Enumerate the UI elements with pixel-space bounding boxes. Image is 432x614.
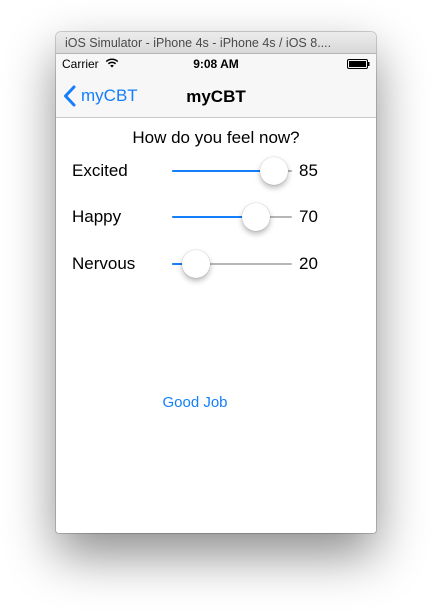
slider-label: Nervous: [72, 254, 136, 273]
slider-row-excited: Excited 85: [56, 156, 376, 186]
slider-track-fill: [172, 170, 274, 172]
slider-row-nervous: Nervous 20: [56, 249, 376, 279]
slider-row-happy: Happy 70: [56, 202, 376, 232]
good-job-button[interactable]: Good Job: [56, 394, 334, 411]
window-titlebar[interactable]: iOS Simulator - iPhone 4s - iPhone 4s / …: [56, 32, 376, 54]
nav-title: myCBT: [186, 87, 246, 106]
slider-value: 85: [299, 161, 318, 180]
simulator-window: iOS Simulator - iPhone 4s - iPhone 4s / …: [56, 32, 376, 533]
slider-value: 20: [299, 254, 318, 273]
status-bar: Carrier 9:08 AM: [56, 54, 376, 74]
window-title: iOS Simulator - iPhone 4s - iPhone 4s / …: [65, 36, 332, 50]
navigation-bar: myCBT myCBT: [56, 74, 376, 118]
question-label: How do you feel now?: [132, 128, 300, 147]
slider-thumb[interactable]: [182, 250, 210, 278]
slider-label: Excited: [72, 161, 128, 180]
slider-thumb[interactable]: [242, 203, 270, 231]
content-area: How do you feel now? Excited 85 Happy 70…: [56, 118, 376, 533]
nervous-slider[interactable]: [172, 249, 292, 279]
slider-thumb[interactable]: [260, 157, 288, 185]
slider-value: 70: [299, 207, 318, 226]
slider-label: Happy: [72, 207, 122, 226]
happy-slider[interactable]: [172, 202, 292, 232]
status-time: 9:08 AM: [193, 57, 239, 71]
battery-icon: [347, 59, 370, 69]
excited-slider[interactable]: [172, 156, 292, 186]
